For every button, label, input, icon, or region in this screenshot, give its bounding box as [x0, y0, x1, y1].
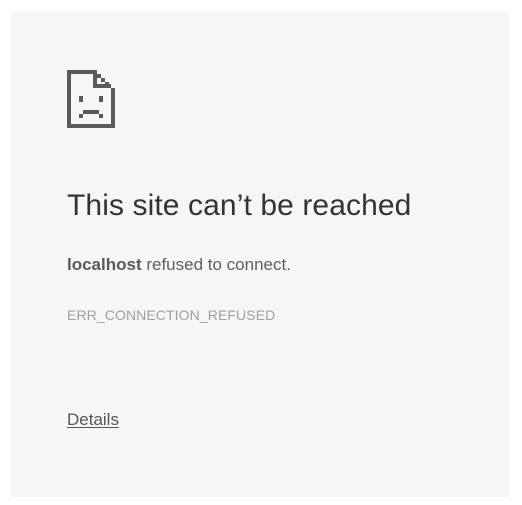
error-page: This site can’t be reached localhost ref…	[11, 11, 509, 497]
host-name: localhost	[67, 255, 142, 274]
error-code: ERR_CONNECTION_REFUSED	[67, 307, 276, 323]
error-message: localhost refused to connect.	[67, 255, 291, 275]
error-message-text: refused to connect.	[141, 255, 291, 274]
page-title: This site can’t be reached	[67, 189, 412, 222]
sad-document-icon	[67, 70, 115, 128]
details-button[interactable]: Details	[67, 410, 119, 430]
